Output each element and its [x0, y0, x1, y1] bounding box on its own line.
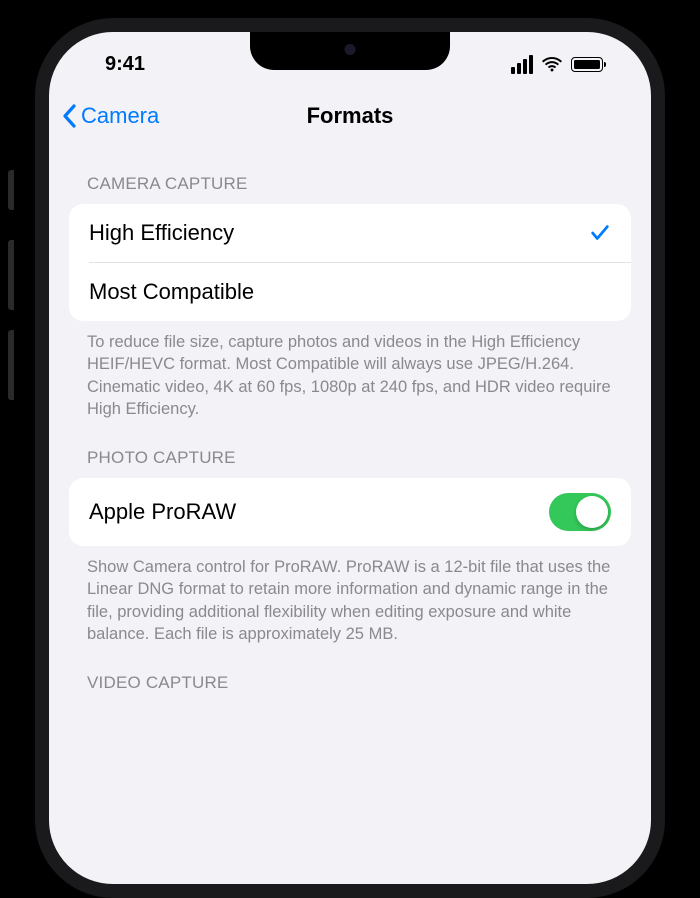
footer-photo-capture: Show Camera control for ProRAW. ProRAW i… — [69, 546, 631, 645]
option-label: Most Compatible — [89, 279, 254, 305]
row-label: Apple ProRAW — [89, 499, 236, 525]
toggle-apple-proraw[interactable] — [549, 493, 611, 531]
content: CAMERA CAPTURE High Efficiency Most Comp… — [49, 144, 651, 703]
screen: 9:41 Camera Formats — [49, 32, 651, 884]
section-header-video-capture: VIDEO CAPTURE — [69, 645, 631, 703]
group-photo-capture: Apple ProRAW — [69, 478, 631, 546]
row-apple-proraw[interactable]: Apple ProRAW — [69, 478, 631, 546]
wifi-icon — [541, 56, 563, 72]
option-high-efficiency[interactable]: High Efficiency — [69, 204, 631, 262]
phone-frame: 9:41 Camera Formats — [35, 18, 665, 898]
section-header-photo-capture: PHOTO CAPTURE — [69, 420, 631, 478]
footer-camera-capture: To reduce file size, capture photos and … — [69, 321, 631, 420]
page-title: Formats — [307, 103, 394, 129]
option-label: High Efficiency — [89, 220, 234, 246]
checkmark-icon — [589, 222, 611, 244]
group-camera-capture: High Efficiency Most Compatible — [69, 204, 631, 321]
battery-icon — [571, 57, 603, 72]
section-header-camera-capture: CAMERA CAPTURE — [69, 144, 631, 204]
back-button[interactable]: Camera — [61, 103, 159, 129]
toggle-knob — [576, 496, 608, 528]
notch — [250, 30, 450, 70]
option-most-compatible[interactable]: Most Compatible — [69, 263, 631, 321]
navigation-bar: Camera Formats — [49, 88, 651, 144]
status-indicators — [511, 55, 611, 74]
status-time: 9:41 — [89, 53, 145, 76]
cellular-icon — [511, 55, 533, 74]
chevron-left-icon — [61, 104, 77, 128]
back-label: Camera — [81, 103, 159, 129]
